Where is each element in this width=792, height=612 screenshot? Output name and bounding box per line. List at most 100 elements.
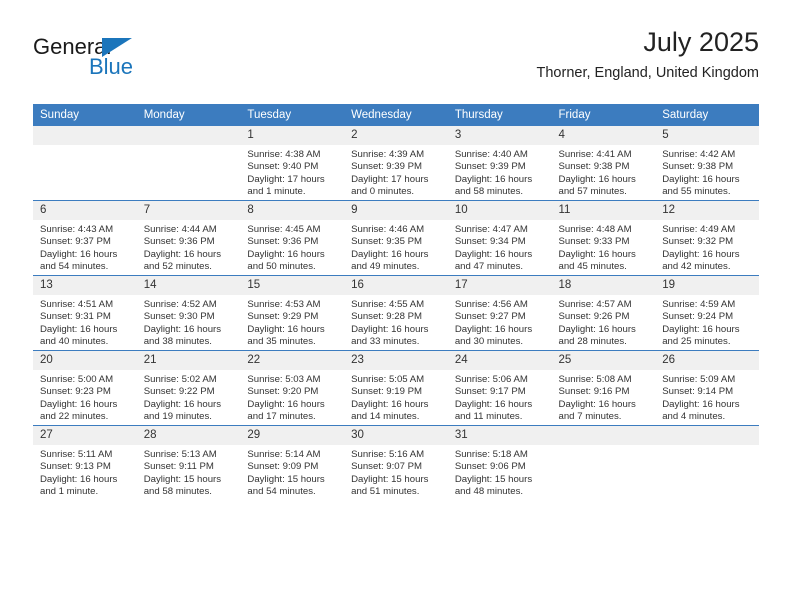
daylight-duration-line2: and 51 minutes. <box>351 486 420 498</box>
sunset-time: Sunset: 9:23 PM <box>40 386 111 398</box>
day-details: Sunrise: 4:48 AM Sunset: 9:33 PM Daylight:… <box>552 220 656 274</box>
day-number: 21 <box>136 351 241 370</box>
daylight-duration-line1: Daylight: 16 hours <box>558 173 636 185</box>
daylight-duration-line1: Daylight: 15 hours <box>143 473 222 485</box>
daylight-duration-line2: and 55 minutes. <box>662 186 731 198</box>
calendar-day-cell[interactable]: 29 Sunrise: 5:14 AM Sunset: 9:09 PM Dayligh… <box>240 425 345 500</box>
daylight-duration-line2: and 45 minutes. <box>558 261 627 273</box>
daylight-duration-line1: Daylight: 15 hours <box>247 473 325 485</box>
calendar-day-cell[interactable]: 6 Sunrise: 4:43 AM Sunset: 9:37 PM Daylight… <box>33 200 137 276</box>
daylight-duration-line2: and 17 minutes. <box>247 411 316 423</box>
day-number: 23 <box>344 351 448 370</box>
daylight-duration-line1: Daylight: 16 hours <box>558 323 636 335</box>
calendar-day-cell[interactable]: 30 Sunrise: 5:16 AM Sunset: 9:07 PM Dayligh… <box>344 425 448 500</box>
calendar-day-cell[interactable]: 9 Sunrise: 4:46 AM Sunset: 9:35 PM Daylight… <box>344 200 448 276</box>
daylight-duration-line1: Daylight: 16 hours <box>662 248 740 260</box>
day-details: Sunrise: 4:39 AM Sunset: 9:39 PM Daylight:… <box>344 145 448 199</box>
sunset-time: Sunset: 9:38 PM <box>558 161 630 173</box>
calendar-day-cell[interactable]: 4 Sunrise: 4:41 AM Sunset: 9:38 PM Daylight… <box>551 126 656 201</box>
daylight-duration-line1: Daylight: 16 hours <box>247 248 325 260</box>
sunset-time: Sunset: 9:39 PM <box>351 161 423 173</box>
daylight-duration-line1: Daylight: 16 hours <box>351 248 429 260</box>
day-details: Sunrise: 5:11 AM Sunset: 9:13 PM Daylight:… <box>33 445 137 499</box>
calendar-day-cell[interactable]: 31 Sunrise: 5:18 AM Sunset: 9:06 PM Dayligh… <box>447 425 552 500</box>
daylight-duration-line1: Daylight: 16 hours <box>454 173 533 185</box>
daylight-duration-line1: Daylight: 16 hours <box>558 398 636 410</box>
calendar-day-cell[interactable]: 23 Sunrise: 5:05 AM Sunset: 9:19 PM Dayligh… <box>344 350 448 426</box>
calendar-day-cell[interactable]: 17 Sunrise: 4:56 AM Sunset: 9:27 PM Dayligh… <box>447 275 552 351</box>
calendar-day-cell[interactable]: 10 Sunrise: 4:47 AM Sunset: 9:34 PM Dayligh… <box>447 200 552 276</box>
calendar-day-cell-empty <box>655 425 759 500</box>
calendar-day-cell[interactable]: 7 Sunrise: 4:44 AM Sunset: 9:36 PM Daylight… <box>136 200 241 276</box>
calendar-day-cell[interactable]: 19 Sunrise: 4:59 AM Sunset: 9:24 PM Dayligh… <box>655 275 759 351</box>
day-details <box>552 445 656 449</box>
calendar-day-cell[interactable]: 24 Sunrise: 5:06 AM Sunset: 9:17 PM Dayligh… <box>447 350 552 426</box>
day-number: 27 <box>33 426 137 445</box>
calendar-day-cell[interactable]: 1 Sunrise: 4:38 AM Sunset: 9:40 PM Daylight… <box>240 126 345 201</box>
calendar-day-cell[interactable]: 16 Sunrise: 4:55 AM Sunset: 9:28 PM Dayligh… <box>344 275 448 351</box>
day-details: Sunrise: 5:06 AM Sunset: 9:17 PM Daylight:… <box>448 370 552 424</box>
day-number <box>33 126 137 145</box>
calendar-day-cell[interactable]: 11 Sunrise: 4:48 AM Sunset: 9:33 PM Dayligh… <box>551 200 656 276</box>
weekday-header-monday: Monday <box>136 104 241 126</box>
calendar-day-cell[interactable]: 21 Sunrise: 5:02 AM Sunset: 9:22 PM Dayligh… <box>136 350 241 426</box>
calendar-day-cell[interactable]: 15 Sunrise: 4:53 AM Sunset: 9:29 PM Dayligh… <box>240 275 345 351</box>
sunrise-time: Sunrise: 4:39 AM <box>351 149 425 160</box>
sunset-time: Sunset: 9:37 PM <box>40 236 111 248</box>
weekday-header-saturday: Saturday <box>655 104 759 126</box>
daylight-duration-line2: and 1 minute. <box>40 486 99 498</box>
day-details: Sunrise: 5:02 AM Sunset: 9:22 PM Daylight:… <box>137 370 241 424</box>
sunset-time: Sunset: 9:29 PM <box>247 311 319 323</box>
sunset-time: Sunset: 9:31 PM <box>40 311 111 323</box>
sunrise-time: Sunrise: 4:42 AM <box>662 149 736 160</box>
brand-logo[interactable]: General Blue <box>33 36 233 86</box>
calendar-day-cell[interactable]: 26 Sunrise: 5:09 AM Sunset: 9:14 PM Dayligh… <box>655 350 759 426</box>
sunset-time: Sunset: 9:27 PM <box>454 311 526 323</box>
day-number: 29 <box>240 426 345 445</box>
calendar-day-cell[interactable]: 27 Sunrise: 5:11 AM Sunset: 9:13 PM Dayligh… <box>33 425 137 500</box>
daylight-duration-line2: and 22 minutes. <box>40 411 109 423</box>
calendar-day-cell[interactable]: 28 Sunrise: 5:13 AM Sunset: 9:11 PM Dayligh… <box>136 425 241 500</box>
sunrise-time: Sunrise: 5:09 AM <box>662 374 736 385</box>
sunrise-time: Sunrise: 5:11 AM <box>40 449 113 460</box>
calendar-day-cell[interactable]: 18 Sunrise: 4:57 AM Sunset: 9:26 PM Dayligh… <box>551 275 656 351</box>
calendar-day-cell[interactable]: 5 Sunrise: 4:42 AM Sunset: 9:38 PM Daylight… <box>655 126 759 201</box>
daylight-duration-line2: and 33 minutes. <box>351 336 420 348</box>
daylight-duration-line1: Daylight: 16 hours <box>454 248 533 260</box>
calendar-day-cell[interactable]: 25 Sunrise: 5:08 AM Sunset: 9:16 PM Dayligh… <box>551 350 656 426</box>
daylight-duration-line1: Daylight: 16 hours <box>351 323 429 335</box>
sunrise-time: Sunrise: 5:05 AM <box>351 374 425 385</box>
calendar-day-cell[interactable]: 14 Sunrise: 4:52 AM Sunset: 9:30 PM Dayligh… <box>136 275 241 351</box>
day-number: 25 <box>551 351 656 370</box>
calendar-day-cell[interactable]: 13 Sunrise: 4:51 AM Sunset: 9:31 PM Dayligh… <box>33 275 137 351</box>
calendar-day-cell[interactable]: 12 Sunrise: 4:49 AM Sunset: 9:32 PM Dayligh… <box>655 200 759 276</box>
day-details: Sunrise: 4:53 AM Sunset: 9:29 PM Daylight:… <box>240 295 344 349</box>
sunrise-time: Sunrise: 4:41 AM <box>558 149 632 160</box>
calendar-day-cell[interactable]: 22 Sunrise: 5:03 AM Sunset: 9:20 PM Dayligh… <box>240 350 345 426</box>
day-number: 2 <box>344 126 448 145</box>
calendar-day-cell[interactable]: 8 Sunrise: 4:45 AM Sunset: 9:36 PM Daylight… <box>240 200 345 276</box>
calendar-day-cell[interactable]: 2 Sunrise: 4:39 AM Sunset: 9:39 PM Daylight… <box>344 126 448 201</box>
day-details: Sunrise: 4:45 AM Sunset: 9:36 PM Daylight:… <box>240 220 344 274</box>
day-number: 24 <box>447 351 552 370</box>
day-details: Sunrise: 4:57 AM Sunset: 9:26 PM Daylight:… <box>552 295 656 349</box>
sunrise-time: Sunrise: 5:08 AM <box>558 374 632 385</box>
day-number <box>136 126 241 145</box>
daylight-duration-line2: and 7 minutes. <box>558 411 622 423</box>
calendar-week-row: 27 Sunrise: 5:11 AM Sunset: 9:13 PM Dayligh… <box>33 425 759 500</box>
sunrise-time: Sunrise: 4:59 AM <box>662 299 736 310</box>
sunset-time: Sunset: 9:36 PM <box>143 236 215 248</box>
calendar-day-cell[interactable]: 3 Sunrise: 4:40 AM Sunset: 9:39 PM Daylight… <box>447 126 552 201</box>
daylight-duration-line1: Daylight: 16 hours <box>662 323 740 335</box>
calendar-day-cell[interactable]: 20 Sunrise: 5:00 AM Sunset: 9:23 PM Dayligh… <box>33 350 137 426</box>
weekday-header-wednesday: Wednesday <box>344 104 448 126</box>
sunset-time: Sunset: 9:38 PM <box>662 161 734 173</box>
daylight-duration-line2: and 42 minutes. <box>662 261 731 273</box>
sunset-time: Sunset: 9:32 PM <box>662 236 734 248</box>
day-details <box>655 445 759 449</box>
day-number: 26 <box>655 351 759 370</box>
daylight-duration-line1: Daylight: 16 hours <box>558 248 636 260</box>
day-number: 18 <box>551 276 656 295</box>
day-number: 13 <box>33 276 137 295</box>
day-number: 5 <box>655 126 759 145</box>
